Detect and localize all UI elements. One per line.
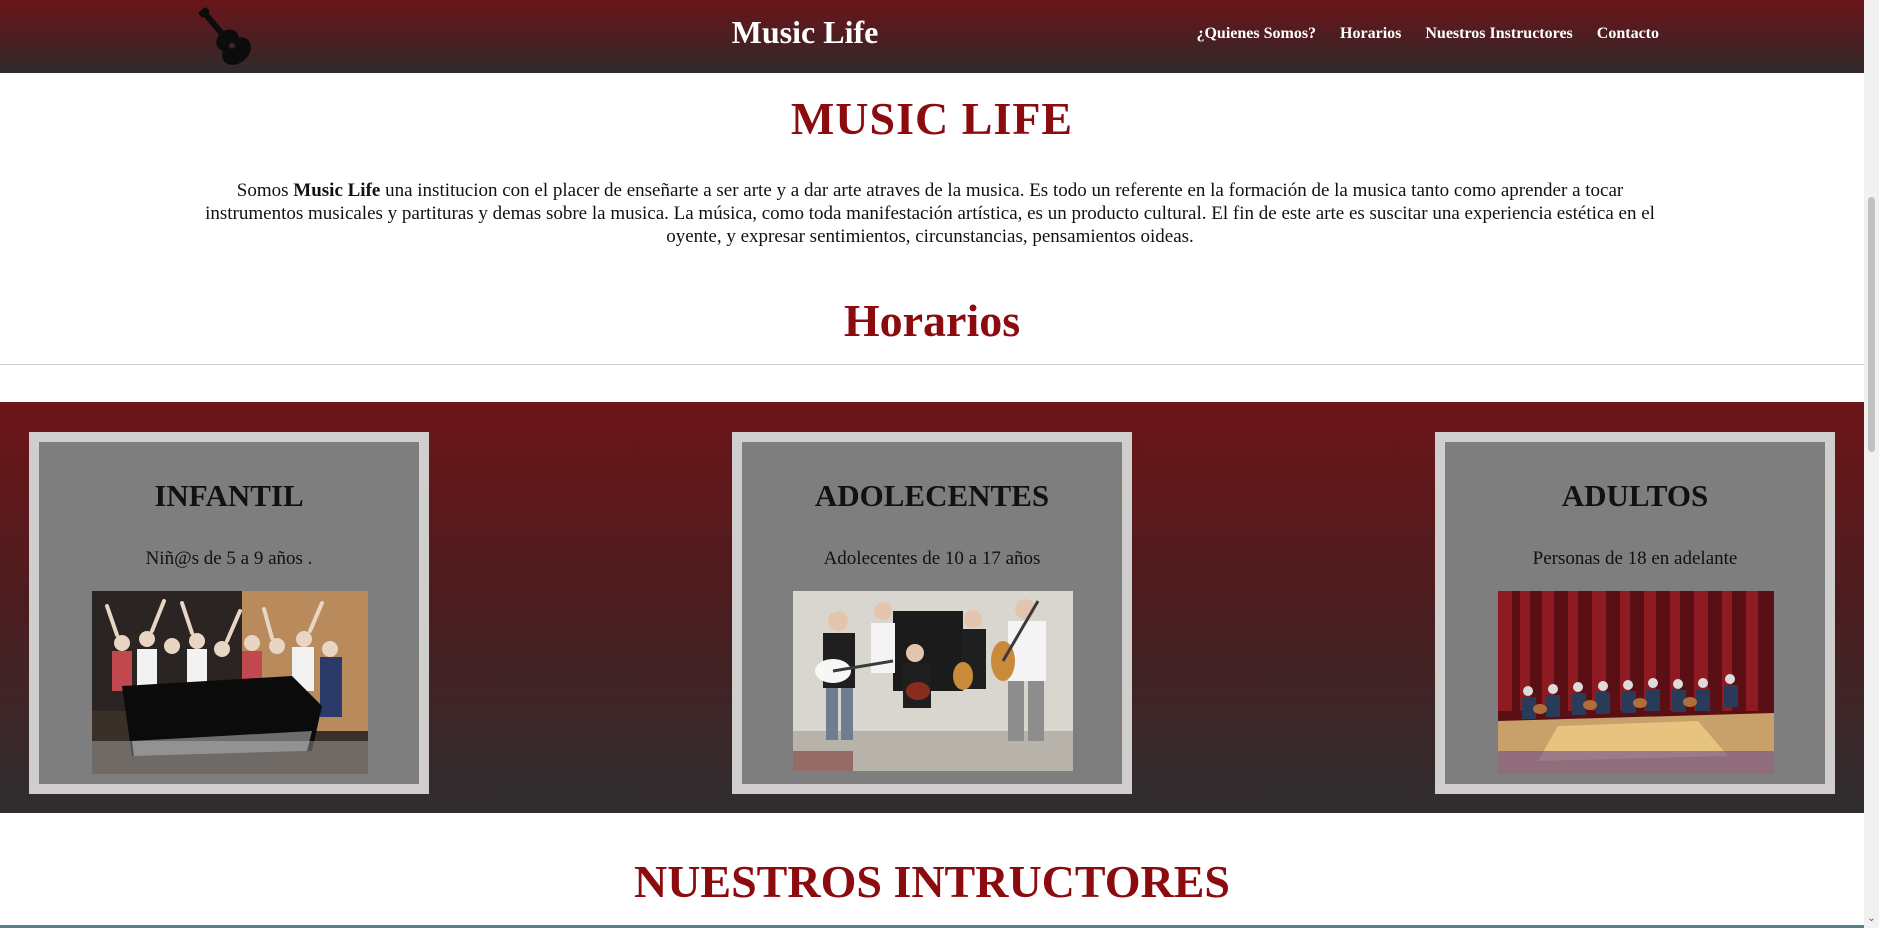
about-text-before: Somos [236,180,294,201]
top-navbar: Music Life ¿Quienes Somos? Horarios Nues… [0,0,1864,73]
section-divider [0,364,1864,365]
instructors-title: NUESTROS INTRUCTORES [633,856,1231,907]
page-scrollbar[interactable]: ⌄ [1864,0,1879,928]
about-text: Somos Music Life una institucion con el … [195,179,1665,248]
card-inner: ADOLECENTES Adolecentes de 10 a 17 años [742,442,1122,784]
main-nav: ¿Quienes Somos? Horarios Nuestros Instru… [1196,25,1659,43]
nav-link-horarios[interactable]: Horarios [1340,25,1401,43]
scrollbar-thumb[interactable] [1868,197,1875,452]
schedule-card-infantil: INFANTIL Niñ@s de 5 a 9 años . [29,432,429,794]
schedule-title: Horarios [843,295,1021,346]
nav-link-contacto[interactable]: Contacto [1597,25,1659,43]
card-subtitle: Personas de 18 en adelante [1532,548,1738,569]
about-title: MUSIC LIFE [790,93,1074,144]
teens-guitar-photo [793,591,1073,771]
page: Music Life ¿Quienes Somos? Horarios Nues… [0,0,1864,928]
card-inner: ADULTOS Personas de 18 en adelante [1445,442,1825,784]
card-title: ADULTOS [1561,478,1709,513]
card-title: ADOLECENTES [814,478,1050,513]
nav-link-quienes-somos[interactable]: ¿Quienes Somos? [1196,25,1316,43]
schedule-section: INFANTIL Niñ@s de 5 a 9 años . ADOLECENT… [0,402,1864,813]
card-subtitle: Niñ@s de 5 a 9 años . [145,548,313,569]
about-text-after: una institucion con el placer de enseñar… [205,180,1655,247]
card-inner: INFANTIL Niñ@s de 5 a 9 años . [39,442,419,784]
chevron-down-icon[interactable]: ⌄ [1867,914,1876,924]
adults-orchestra-photo [1498,591,1774,774]
nav-link-instructores[interactable]: Nuestros Instructores [1425,25,1572,43]
schedule-card-adultos: ADULTOS Personas de 18 en adelante [1435,432,1835,794]
schedule-card-adolecentes: ADOLECENTES Adolecentes de 10 a 17 años [732,432,1132,794]
about-text-bold: Music Life [293,180,381,201]
card-title: INFANTIL [154,478,304,513]
kids-piano-photo [92,591,368,774]
card-subtitle: Adolecentes de 10 a 17 años [823,548,1041,569]
